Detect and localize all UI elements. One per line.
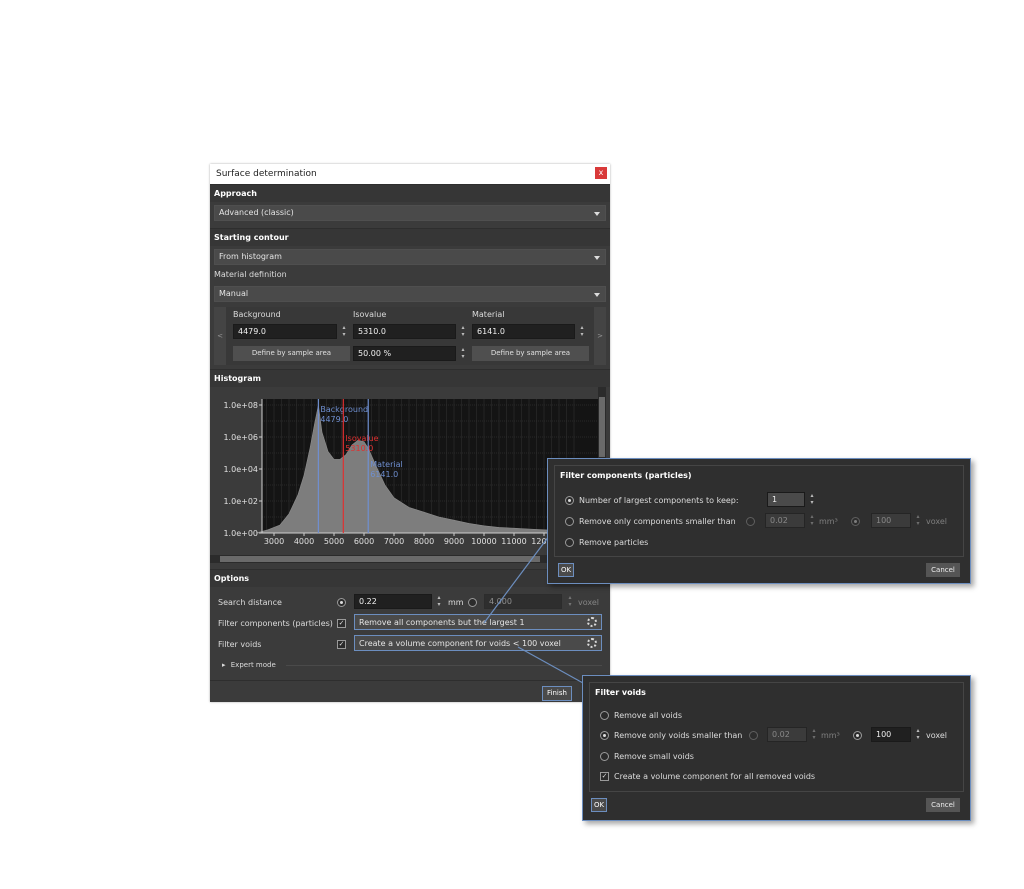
remove-smaller-mm-spinner[interactable]: ▴ ▾ [806, 513, 818, 528]
remove-all-voids-label: Remove all voids [614, 711, 682, 720]
remove-particles-radio[interactable] [565, 538, 574, 547]
keep-largest-label: Number of largest components to keep: [579, 496, 739, 505]
remove-smaller-mm-unit: mm³ [819, 517, 838, 526]
remove-smaller-voxel-input[interactable]: 100 [871, 513, 911, 528]
filter-components-ok-button[interactable]: OK [558, 563, 574, 577]
voids-mm-radio[interactable] [749, 731, 758, 740]
keep-largest-spinner[interactable]: ▴ ▾ [806, 492, 818, 507]
voids-mm-input[interactable]: 0.02 [767, 727, 807, 742]
voids-mm-unit: mm³ [821, 731, 840, 740]
filter-voids-ok-button[interactable]: OK [591, 798, 607, 812]
remove-smaller-label: Remove only components smaller than [579, 517, 736, 526]
remove-smaller-radio[interactable] [565, 517, 574, 526]
voids-mm-spinner[interactable]: ▴ ▾ [808, 727, 820, 742]
voids-voxel-unit: voxel [926, 731, 948, 740]
remove-smaller-voids-label: Remove only voids smaller than [614, 731, 743, 740]
filter-voids-group: Filter voids Remove all voids Remove onl… [589, 682, 964, 792]
filter-components-title: Filter components (particles) [560, 471, 692, 480]
remove-small-voids-radio[interactable] [600, 752, 609, 761]
keep-largest-radio[interactable] [565, 496, 574, 505]
remove-smaller-voxel-radio[interactable] [851, 517, 860, 526]
remove-small-voids-label: Remove small voids [614, 752, 694, 761]
voids-voxel-radio[interactable] [853, 731, 862, 740]
filter-voids-title: Filter voids [595, 688, 646, 697]
filter-voids-popup: Filter voids Remove all voids Remove onl… [582, 675, 971, 821]
filter-components-group: Filter components (particles) Number of … [554, 465, 964, 557]
create-volume-component-checkbox[interactable]: ✓ [600, 772, 609, 781]
remove-smaller-voxel-spinner[interactable]: ▴ ▾ [912, 513, 924, 528]
remove-smaller-voids-radio[interactable] [600, 731, 609, 740]
voids-voxel-spinner[interactable]: ▴ ▾ [912, 727, 924, 742]
create-volume-component-label: Create a volume component for all remove… [614, 772, 816, 781]
remove-particles-label: Remove particles [579, 538, 649, 547]
filter-components-popup: Filter components (particles) Number of … [547, 458, 971, 584]
keep-largest-input[interactable]: 1 [767, 492, 805, 507]
connector-voids [517, 646, 584, 684]
filter-components-cancel-button[interactable]: Cancel [926, 563, 960, 577]
remove-smaller-mm-input[interactable]: 0.02 [765, 513, 805, 528]
voids-voxel-input[interactable]: 100 [871, 727, 911, 742]
remove-smaller-voxel-unit: voxel [926, 517, 948, 526]
remove-all-voids-radio[interactable] [600, 711, 609, 720]
remove-smaller-mm-radio[interactable] [746, 517, 755, 526]
filter-voids-cancel-button[interactable]: Cancel [926, 798, 960, 812]
